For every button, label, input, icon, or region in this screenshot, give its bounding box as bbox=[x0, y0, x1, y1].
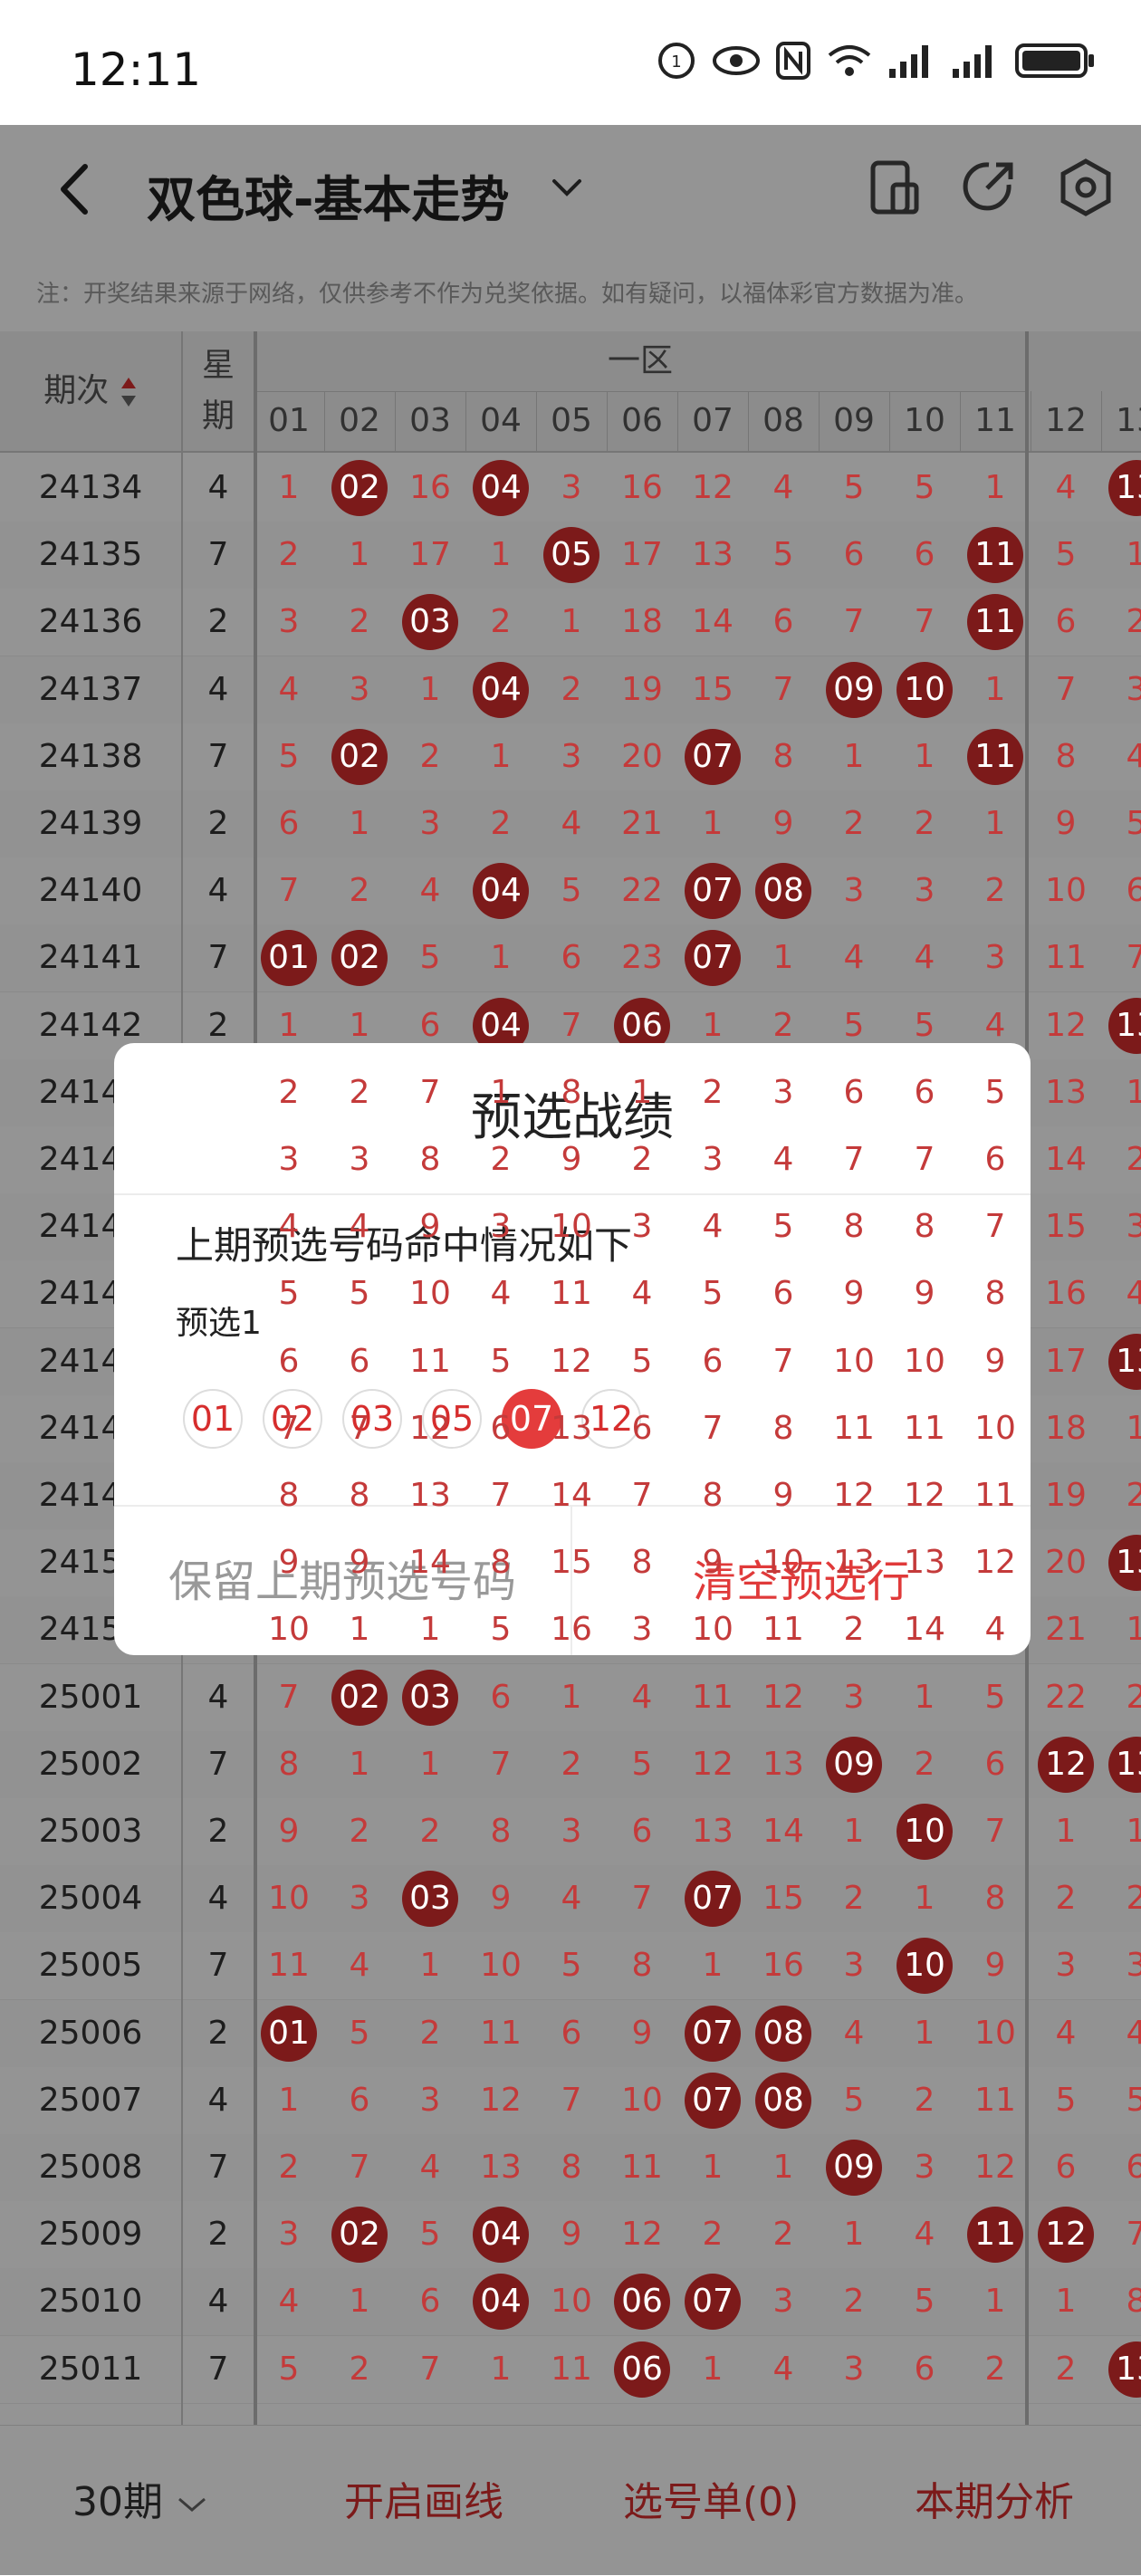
preselect-set-label: 预选1 bbox=[176, 1305, 262, 1342]
signal-icon bbox=[889, 45, 928, 78]
signal-icon-2 bbox=[953, 45, 992, 78]
eye-icon bbox=[713, 46, 760, 75]
wifi-icon bbox=[828, 45, 871, 76]
preselect-ball: 01 bbox=[183, 1389, 243, 1449]
status-time: 12:11 bbox=[71, 43, 202, 96]
svg-text:1: 1 bbox=[671, 53, 681, 72]
hd-call-icon: 1 bbox=[658, 43, 695, 79]
status-icons: 1 bbox=[656, 40, 1096, 81]
status-bar: 12:11 1 bbox=[0, 0, 1141, 125]
nfc-icon bbox=[776, 42, 810, 80]
battery-icon bbox=[1015, 43, 1094, 78]
